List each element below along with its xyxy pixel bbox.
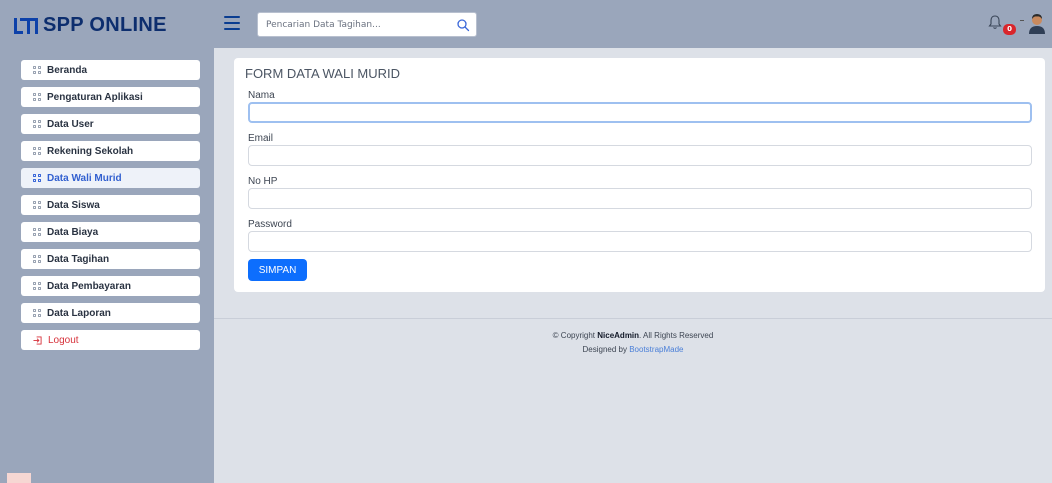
save-button[interactable]: SIMPAN [248, 259, 307, 281]
designed-prefix: Designed by [582, 345, 630, 354]
sidebar: Beranda Pengaturan Aplikasi Data User Re… [0, 48, 214, 483]
sidebar-item-rekening-sekolah[interactable]: Rekening Sekolah [21, 141, 200, 161]
grid-icon [33, 147, 41, 155]
copyright-prefix: © Copyright [552, 331, 598, 340]
grid-icon [33, 66, 41, 74]
nama-field[interactable] [248, 102, 1032, 123]
sidebar-item-label: Data Laporan [47, 307, 111, 319]
form-card: FORM DATA WALI MURID Nama Email No HP Pa… [234, 58, 1045, 292]
grid-icon [33, 174, 41, 182]
brand-logo-link[interactable]: SPP ONLINE [14, 10, 167, 40]
bell-icon[interactable] [988, 14, 1002, 30]
sidebar-item-label: Data User [47, 118, 94, 130]
grid-icon [33, 228, 41, 236]
sidebar-item-data-biaya[interactable]: Data Biaya [21, 222, 200, 242]
search-input[interactable] [258, 13, 448, 36]
sidebar-item-data-user[interactable]: Data User [21, 114, 200, 134]
footer-credits: Designed by BootstrapMade [214, 345, 1052, 354]
no-hp-label: No HP [248, 176, 278, 187]
sidebar-item-label: Data Biaya [47, 226, 99, 238]
dropdown-caret [1020, 20, 1024, 21]
search-icon[interactable] [456, 18, 470, 32]
sidebar-item-beranda[interactable]: Beranda [21, 60, 200, 80]
brand-name: SPP ONLINE [43, 13, 167, 36]
sidebar-item-label: Data Tagihan [47, 253, 110, 265]
grid-icon [33, 93, 41, 101]
sidebar-item-data-pembayaran[interactable]: Data Pembayaran [21, 276, 200, 296]
sidebar-item-data-siswa[interactable]: Data Siswa [21, 195, 200, 215]
sidebar-item-label: Rekening Sekolah [47, 145, 134, 157]
copyright-suffix: . All Rights Reserved [639, 331, 714, 340]
grid-icon [33, 255, 41, 263]
grid-icon [33, 309, 41, 317]
bootstrapmade-link[interactable]: BootstrapMade [629, 345, 683, 354]
email-label: Email [248, 133, 274, 144]
sidebar-item-pengaturan-aplikasi[interactable]: Pengaturan Aplikasi [21, 87, 200, 107]
page-title: FORM DATA WALI MURID [245, 66, 401, 81]
sidebar-item-label: Logout [48, 334, 79, 346]
nama-label: Nama [248, 90, 275, 101]
password-label: Password [248, 219, 292, 230]
password-field[interactable] [248, 231, 1032, 252]
sidebar-item-logout[interactable]: Logout [21, 330, 200, 350]
copyright-brand: NiceAdmin [597, 331, 640, 340]
sidebar-item-data-tagihan[interactable]: Data Tagihan [21, 249, 200, 269]
logout-icon [33, 335, 42, 345]
corner-badge-icon [7, 473, 31, 483]
brand-logo-icon [14, 16, 38, 34]
grid-icon [33, 282, 41, 290]
sidebar-item-label: Data Wali Murid [47, 172, 122, 184]
sidebar-item-data-wali-murid[interactable]: Data Wali Murid [21, 168, 200, 188]
menu-toggle-icon[interactable] [224, 16, 240, 30]
no-hp-field[interactable] [248, 188, 1032, 209]
sidebar-item-label: Pengaturan Aplikasi [47, 91, 143, 103]
email-field[interactable] [248, 145, 1032, 166]
grid-icon [33, 120, 41, 128]
sidebar-item-label: Beranda [47, 64, 88, 76]
footer-copyright: © Copyright NiceAdmin. All Rights Reserv… [214, 331, 1052, 340]
avatar[interactable] [1027, 12, 1047, 34]
sidebar-item-data-laporan[interactable]: Data Laporan [21, 303, 200, 323]
sidebar-item-label: Data Siswa [47, 199, 100, 211]
top-header: SPP ONLINE 0 [0, 0, 1052, 48]
footer-divider [214, 318, 1052, 319]
sidebar-item-label: Data Pembayaran [47, 280, 131, 292]
grid-icon [33, 201, 41, 209]
search-form [257, 12, 477, 37]
notification-badge: 0 [1003, 24, 1016, 35]
